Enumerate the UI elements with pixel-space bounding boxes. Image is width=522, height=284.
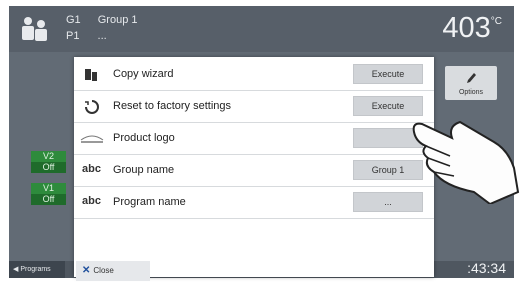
v1-label: V1 — [42, 183, 54, 193]
row-label: Product logo — [113, 132, 175, 144]
row-program-name: abc Program name ... — [74, 187, 434, 219]
v2-state: Off — [31, 162, 66, 173]
abc-icon: abc — [82, 163, 101, 175]
program-code: P1 — [66, 30, 80, 42]
pencil-icon — [467, 73, 476, 83]
header-bar: G1 Group 1 P1 ... 403°C — [9, 6, 514, 52]
close-icon: ✕ — [82, 265, 91, 276]
row-label: Group name — [113, 164, 175, 176]
program-line: P1 ... — [66, 30, 107, 42]
reset-icon — [85, 100, 99, 114]
programs-label: Programs — [20, 266, 51, 273]
programs-button[interactable]: ◀ Programs — [9, 261, 65, 278]
row-label: Program name — [113, 196, 186, 208]
v2-label: V2 — [42, 151, 54, 161]
row-product-logo: Product logo — [74, 123, 434, 155]
v1-state: Off — [31, 194, 66, 205]
temperature-readout: 403°C — [442, 12, 502, 45]
v2-badge[interactable]: V2 Off — [31, 151, 66, 173]
pointing-hand-icon — [412, 120, 520, 204]
row-copy-wizard: Copy wizard Execute — [74, 59, 434, 91]
logo-icon — [80, 135, 104, 143]
abc-icon: abc — [82, 195, 101, 207]
close-button[interactable]: ✕ Close — [76, 261, 150, 281]
close-label: Close — [93, 266, 114, 275]
row-label: Reset to factory settings — [113, 100, 231, 112]
clock: :43:34 — [467, 260, 506, 276]
settings-dialog: Copy wizard Execute Reset to factory set… — [74, 57, 434, 281]
copy-icon — [85, 69, 97, 81]
execute-button[interactable]: Execute — [353, 64, 423, 84]
temperature-value: 403 — [442, 12, 491, 44]
group-name: Group 1 — [97, 14, 138, 26]
users-icon — [22, 17, 47, 41]
row-reset: Reset to factory settings Execute — [74, 91, 434, 123]
program-name: ... — [97, 30, 107, 42]
row-group-name: abc Group name Group 1 — [74, 155, 434, 187]
row-label: Copy wizard — [113, 68, 174, 80]
v1-badge[interactable]: V1 Off — [31, 183, 66, 205]
group-code: G1 — [66, 14, 81, 26]
group-line: G1 Group 1 — [66, 14, 138, 26]
temperature-unit: °C — [490, 16, 502, 27]
